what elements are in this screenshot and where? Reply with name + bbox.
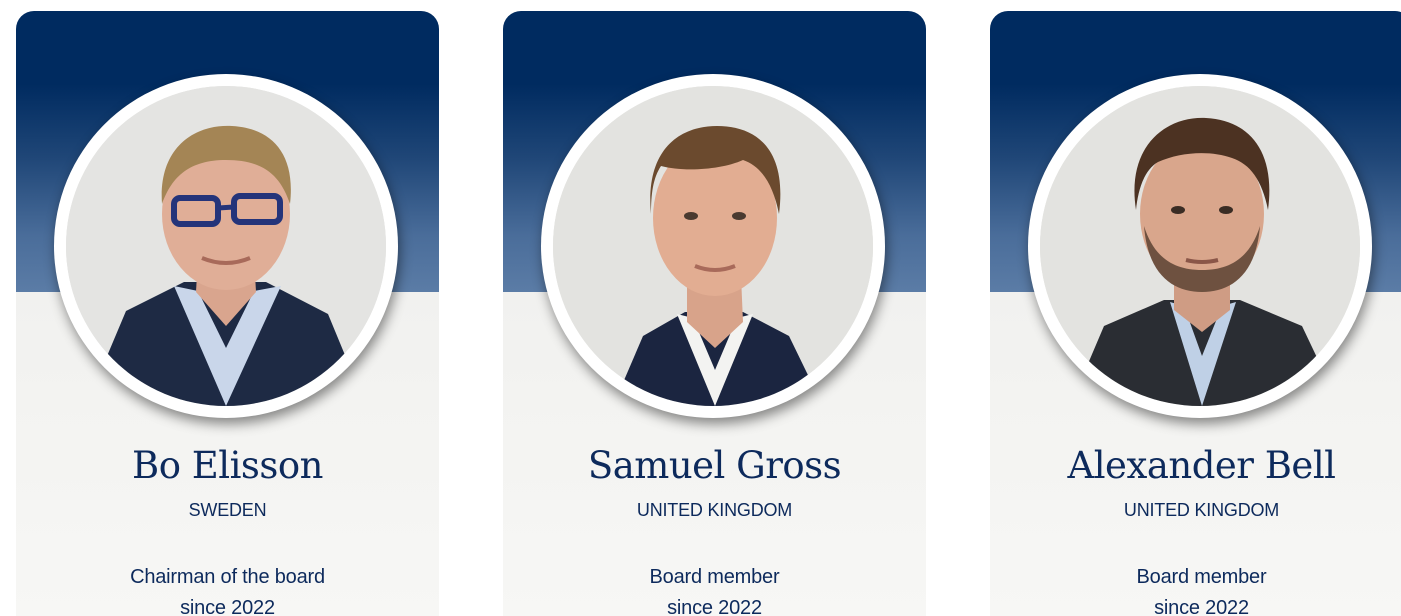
member-since: since 2022 <box>1154 597 1249 616</box>
portrait-frame <box>54 74 398 418</box>
member-since: since 2022 <box>667 597 762 616</box>
member-since: since 2022 <box>180 597 275 616</box>
member-name: Bo Elisson <box>132 444 323 487</box>
member-name: Alexander Bell <box>1067 444 1337 487</box>
member-role-title: Board member <box>1136 566 1267 588</box>
member-role: Board member since 2022 <box>990 562 1401 616</box>
board-member-card[interactable]: Samuel Gross UNITED KINGDOM Board member… <box>503 11 926 616</box>
member-role-title: Chairman of the board <box>130 566 325 588</box>
portrait-frame <box>1028 74 1372 418</box>
portrait-photo <box>1040 86 1360 406</box>
member-country: UNITED KINGDOM <box>636 500 793 520</box>
board-member-card[interactable]: Alexander Bell UNITED KINGDOM Board memb… <box>990 11 1401 616</box>
member-country: SWEDEN <box>188 500 267 520</box>
portrait-photo <box>66 86 386 406</box>
board-member-card[interactable]: Bo Elisson SWEDEN Chairman of the board … <box>16 11 439 616</box>
member-name: Samuel Gross <box>587 444 842 487</box>
member-country: UNITED KINGDOM <box>1123 500 1280 520</box>
board-members-grid: Bo Elisson SWEDEN Chairman of the board … <box>0 0 1401 616</box>
portrait-photo <box>553 86 873 406</box>
portrait-frame <box>541 74 885 418</box>
member-role-title: Board member <box>649 566 780 588</box>
member-role: Chairman of the board since 2022 <box>16 562 439 616</box>
member-role: Board member since 2022 <box>503 562 926 616</box>
